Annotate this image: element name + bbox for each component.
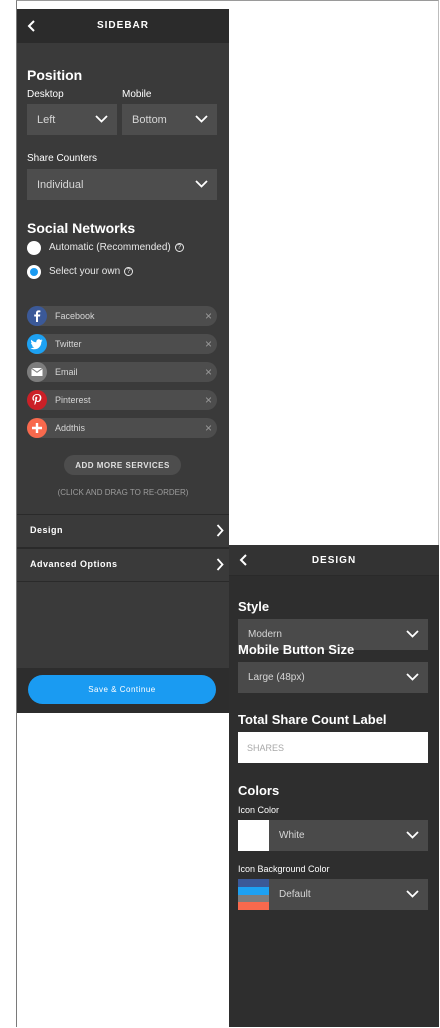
desktop-position-value: Left <box>37 113 56 126</box>
position-heading: Position <box>27 67 83 83</box>
design-panel-header: DESIGN <box>229 545 439 576</box>
panel-title: DESIGN <box>311 555 357 566</box>
email-icon <box>27 362 47 382</box>
sidebar-settings-panel: SIDEBAR Position Desktop Mobile Left Bot… <box>17 9 229 713</box>
design-settings-panel: DESIGN Style Modern Mobile Button Size L… <box>229 545 439 1027</box>
remove-service-icon[interactable]: × <box>205 393 212 407</box>
mobile-label: Mobile <box>122 89 152 100</box>
mobile-button-size-select[interactable]: Large (48px) <box>238 662 428 693</box>
service-item-email[interactable]: Email × <box>27 362 217 382</box>
save-continue-button[interactable]: Save & Continue <box>28 675 216 704</box>
drag-reorder-hint: (CLICK AND DRAG TO RE-ORDER) <box>57 488 189 497</box>
nav-item-label: Advanced Options <box>30 559 118 569</box>
chevron-down-icon <box>406 630 419 638</box>
total-share-count-placeholder: SHARES <box>247 742 285 753</box>
mobile-button-size-value: Large (48px) <box>248 672 305 683</box>
mobile-button-size-heading: Mobile Button Size <box>238 642 355 657</box>
sidebar-panel-header: SIDEBAR <box>17 9 229 43</box>
help-icon[interactable]: ? <box>174 243 184 252</box>
share-counters-select[interactable]: Individual <box>27 169 217 200</box>
icon-bg-color-label: Icon Background Color <box>238 864 330 874</box>
nav-item-label: Design <box>30 525 64 535</box>
select-own-radio-label: Select your own ? <box>49 266 134 277</box>
nav-item-advanced-options[interactable]: Advanced Options <box>17 548 229 582</box>
remove-service-icon[interactable]: × <box>205 309 212 323</box>
facebook-icon <box>27 306 47 326</box>
chevron-down-icon <box>406 890 419 898</box>
chevron-down-icon <box>406 831 419 839</box>
icon-color-swatch <box>238 820 269 851</box>
icon-bg-color-value: Default <box>279 889 311 900</box>
icon-color-value: White <box>279 830 305 841</box>
chevron-down-icon <box>195 115 208 123</box>
total-share-count-input[interactable]: SHARES <box>238 732 428 763</box>
add-more-services-button[interactable]: ADD MORE SERVICES <box>64 455 181 475</box>
chevron-down-icon <box>195 180 208 188</box>
automatic-radio[interactable] <box>27 241 41 255</box>
desktop-label: Desktop <box>27 89 64 100</box>
panel-title: SIDEBAR <box>96 20 149 31</box>
select-own-radio[interactable] <box>27 265 41 279</box>
nav-item-design[interactable]: Design <box>17 514 229 548</box>
mobile-position-select[interactable]: Bottom <box>122 104 217 135</box>
total-share-count-heading: Total Share Count Label <box>238 712 387 727</box>
chevron-right-icon <box>216 524 224 537</box>
pinterest-icon <box>27 390 47 410</box>
chevron-down-icon <box>406 673 419 681</box>
icon-color-label: Icon Color <box>238 805 280 815</box>
share-counters-label: Share Counters <box>27 153 98 164</box>
social-networks-heading: Social Networks <box>27 220 136 236</box>
service-item-twitter[interactable]: Twitter × <box>27 334 217 354</box>
style-heading: Style <box>238 599 270 614</box>
style-value: Modern <box>248 629 282 640</box>
service-name: Email <box>55 367 78 377</box>
remove-service-icon[interactable]: × <box>205 421 212 435</box>
chevron-right-icon <box>216 558 224 571</box>
service-item-pinterest[interactable]: Pinterest × <box>27 390 217 410</box>
service-name: Twitter <box>55 339 82 349</box>
automatic-radio-text: Automatic (Recommended) <box>49 242 171 253</box>
service-name: Pinterest <box>55 395 91 405</box>
mobile-position-value: Bottom <box>132 113 167 126</box>
share-counters-value: Individual <box>37 178 84 191</box>
twitter-icon <box>27 334 47 354</box>
service-item-facebook[interactable]: Facebook × <box>27 306 217 326</box>
help-icon[interactable]: ? <box>124 267 134 276</box>
icon-bg-color-select[interactable]: Default <box>238 879 428 910</box>
remove-service-icon[interactable]: × <box>205 337 212 351</box>
icon-bg-color-swatch <box>238 879 269 910</box>
chevron-down-icon <box>95 115 108 123</box>
select-own-radio-text: Select your own <box>49 266 121 277</box>
remove-service-icon[interactable]: × <box>205 365 212 379</box>
service-item-addthis[interactable]: Addthis × <box>27 418 217 438</box>
automatic-radio-label: Automatic (Recommended) ? <box>49 242 184 253</box>
colors-heading: Colors <box>238 783 280 798</box>
icon-color-select[interactable]: White <box>238 820 428 851</box>
service-name: Addthis <box>55 423 86 433</box>
service-name: Facebook <box>55 311 95 321</box>
desktop-position-select[interactable]: Left <box>27 104 117 135</box>
addthis-icon <box>27 418 47 438</box>
sidebar-footer: Save & Continue <box>17 668 229 713</box>
